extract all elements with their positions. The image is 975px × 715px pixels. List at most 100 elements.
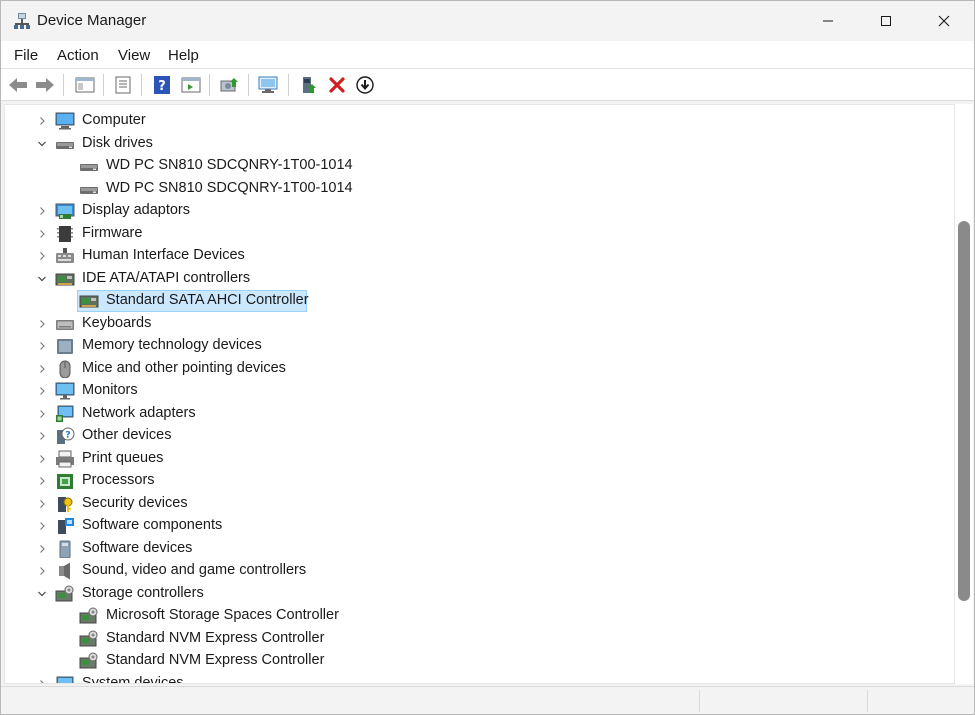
- tree-category[interactable]: Network adapters: [5, 403, 945, 425]
- chevron-right-icon[interactable]: [37, 386, 47, 396]
- status-segment: [867, 690, 974, 712]
- add-driver-button[interactable]: [297, 73, 321, 97]
- tree-category[interactable]: Print queues: [5, 448, 945, 470]
- menu-bar: File Action View Help: [1, 41, 974, 69]
- action-pane-icon: [181, 77, 201, 93]
- tree-category[interactable]: Software components: [5, 515, 945, 537]
- show-hide-console-tree-button[interactable]: [73, 73, 97, 97]
- disk-drive-icon: [80, 186, 98, 194]
- firmware-icon: [57, 225, 73, 242]
- close-icon: [938, 15, 950, 27]
- toolbar-separator: [209, 74, 210, 96]
- chevron-right-icon[interactable]: [37, 319, 47, 329]
- ide-controller-icon: [55, 273, 75, 285]
- back-button[interactable]: [6, 73, 30, 97]
- chevron-right-icon[interactable]: [37, 341, 47, 351]
- chevron-down-icon[interactable]: [37, 589, 47, 599]
- tree-category[interactable]: ? Other devices: [5, 425, 945, 447]
- tree-category[interactable]: Sound, video and game controllers: [5, 560, 945, 582]
- download-driver-button[interactable]: [353, 73, 377, 97]
- chevron-right-icon[interactable]: [37, 206, 47, 216]
- chevron-down-icon[interactable]: [37, 139, 47, 149]
- minimize-icon: [823, 20, 833, 22]
- tree-device[interactable]: Standard NVM Express Controller: [5, 650, 945, 672]
- maximize-button[interactable]: [857, 1, 915, 41]
- forward-button[interactable]: [33, 73, 57, 97]
- tree-device[interactable]: WD PC SN810 SDCQNRY-1T00-1014: [5, 155, 945, 177]
- network-adapter-icon: [56, 405, 74, 422]
- scan-hardware-changes-button[interactable]: [256, 73, 280, 97]
- tree-item-label: Monitors: [82, 382, 138, 398]
- scrollbar-thumb[interactable]: [958, 221, 970, 601]
- tree-device[interactable]: Microsoft Storage Spaces Controller: [5, 605, 945, 627]
- uninstall-device-button[interactable]: [325, 73, 349, 97]
- action-pane-button[interactable]: [179, 73, 203, 97]
- window-title: Device Manager: [37, 12, 147, 29]
- tree-item-label: Other devices: [82, 427, 172, 443]
- console-tree-icon: [75, 77, 95, 93]
- tree-category[interactable]: Security devices: [5, 493, 945, 515]
- toolbar: ?: [1, 69, 974, 101]
- minimize-button[interactable]: [799, 1, 857, 41]
- forward-arrow-icon: [36, 78, 54, 92]
- menu-action[interactable]: Action: [57, 47, 99, 64]
- disk-drive-icon: [80, 164, 98, 171]
- processor-icon: [57, 474, 73, 489]
- update-driver-icon: [220, 78, 238, 92]
- chevron-right-icon[interactable]: [37, 454, 47, 464]
- tree-category[interactable]: Computer: [5, 110, 945, 132]
- device-tree[interactable]: Computer Disk drives WD PC SN810 SDCQNRY-1…: [4, 104, 955, 684]
- tree-category[interactable]: Monitors: [5, 380, 945, 402]
- chevron-right-icon[interactable]: [37, 364, 47, 374]
- menu-help[interactable]: Help: [168, 47, 199, 64]
- tree-item-label: Standard SATA AHCI Controller: [106, 292, 309, 308]
- computer-icon: [55, 112, 75, 130]
- tree-item-label: Software devices: [82, 539, 193, 556]
- chevron-right-icon[interactable]: [37, 116, 47, 126]
- chevron-right-icon[interactable]: [37, 566, 47, 576]
- tree-category[interactable]: Keyboards: [5, 313, 945, 335]
- tree-item-label: Sound, video and game controllers: [82, 562, 307, 578]
- tree-category[interactable]: Disk drives: [5, 133, 945, 155]
- storage-controller-icon: [79, 607, 98, 624]
- status-bar: [1, 686, 974, 714]
- update-driver-button[interactable]: [218, 73, 242, 97]
- chevron-right-icon[interactable]: [37, 409, 47, 419]
- tree-category[interactable]: Processors: [5, 470, 945, 492]
- chevron-right-icon[interactable]: [37, 229, 47, 239]
- help-button[interactable]: ?: [150, 73, 174, 97]
- back-arrow-icon: [9, 78, 27, 92]
- chevron-down-icon[interactable]: [37, 274, 47, 284]
- tree-device[interactable]: Standard SATA AHCI Controller: [5, 290, 945, 312]
- chevron-right-icon[interactable]: [37, 544, 47, 554]
- tree-category[interactable]: IDE ATA/ATAPI controllers: [5, 268, 945, 290]
- tree-category[interactable]: Memory technology devices: [5, 335, 945, 357]
- tree-category[interactable]: Software devices: [5, 538, 945, 560]
- tree-item-label: Network adapters: [82, 404, 196, 421]
- tree-category[interactable]: Firmware: [5, 223, 945, 245]
- properties-button[interactable]: [111, 73, 135, 97]
- tree-category[interactable]: System devices: [5, 673, 945, 685]
- tree-device[interactable]: WD PC SN810 SDCQNRY-1T00-1014: [5, 178, 945, 200]
- tree-item-label: Security devices: [82, 494, 188, 511]
- storage-controller-icon: [55, 585, 74, 601]
- tree-item-label: Mice and other pointing devices: [82, 359, 286, 376]
- title-bar[interactable]: Device Manager: [1, 1, 974, 41]
- keyboard-icon: [56, 319, 74, 330]
- chevron-right-icon[interactable]: [37, 431, 47, 441]
- chevron-right-icon[interactable]: [37, 476, 47, 486]
- chevron-right-icon[interactable]: [37, 521, 47, 531]
- chevron-right-icon[interactable]: [37, 499, 47, 509]
- chevron-right-icon[interactable]: [37, 251, 47, 261]
- close-button[interactable]: [915, 1, 973, 41]
- menu-view[interactable]: View: [118, 47, 150, 64]
- tree-category[interactable]: Human Interface Devices: [5, 245, 945, 267]
- tree-item-label: Disk drives: [82, 134, 153, 151]
- menu-file[interactable]: File: [14, 47, 38, 64]
- tree-category[interactable]: Mice and other pointing devices: [5, 358, 945, 380]
- tree-device[interactable]: Standard NVM Express Controller: [5, 628, 945, 650]
- tree-category[interactable]: Storage controllers: [5, 583, 945, 605]
- tree-category[interactable]: Display adaptors: [5, 200, 945, 222]
- monitor-icon: [55, 382, 75, 400]
- chevron-right-icon[interactable]: [37, 679, 47, 685]
